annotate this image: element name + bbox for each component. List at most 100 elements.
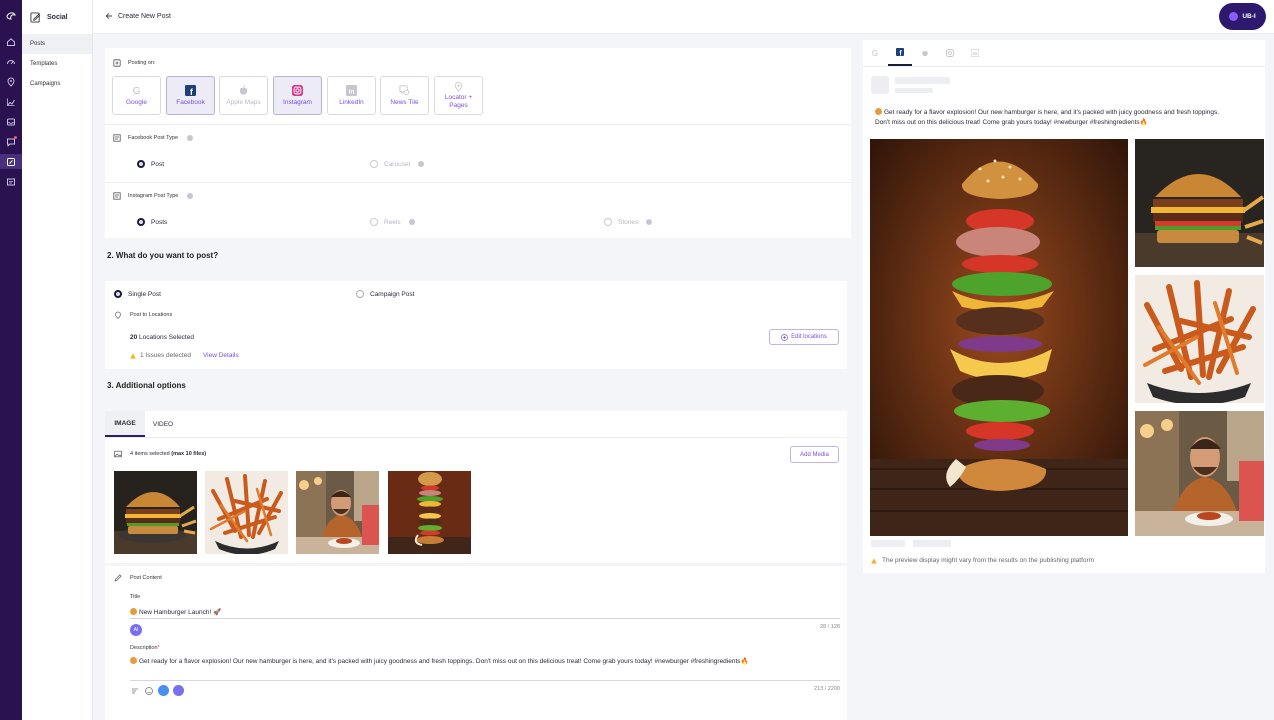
sidebar-item-posts[interactable]: Posts	[22, 34, 92, 54]
ig-type-posts-radio[interactable]: Posts	[137, 218, 167, 226]
linkedin-icon: in	[346, 84, 357, 96]
man-eating-photo	[1135, 411, 1264, 536]
network-locator-pages[interactable]: Locator + Pages	[434, 76, 483, 115]
dashboard-icon[interactable]	[4, 55, 18, 69]
tab-video[interactable]: VIDEO	[145, 411, 181, 437]
view-details-link[interactable]: View Details	[203, 352, 239, 359]
inbox-icon[interactable]	[4, 115, 18, 129]
post-type-icon	[113, 192, 121, 200]
info-icon[interactable]	[646, 219, 653, 225]
network-instagram[interactable]: Instagram	[273, 76, 322, 115]
notification-dot	[14, 136, 17, 139]
listings-icon[interactable]	[4, 175, 18, 189]
radio-icon	[356, 290, 364, 298]
channel-icon	[113, 59, 121, 67]
single-post-radio[interactable]: Single Post	[114, 290, 161, 298]
fb-type-post-radio[interactable]: Post	[137, 160, 164, 168]
radio-label: Single Post	[128, 290, 161, 298]
fb-type-carousel-radio[interactable]: Carousel	[370, 160, 425, 168]
preview-image-burger	[1135, 139, 1264, 267]
info-icon[interactable]	[187, 135, 194, 141]
location-icon[interactable]	[4, 75, 18, 89]
ai-assist-button[interactable]: AI	[130, 624, 142, 636]
preview-text-line1: Get ready for a flavor explosion! Our ne…	[884, 109, 1220, 116]
radio-label: Reels	[384, 218, 401, 226]
radio-label: Posts	[151, 218, 168, 226]
preview-tab-linkedin[interactable]	[963, 40, 987, 66]
pencil-icon	[114, 574, 122, 582]
thumbnail-burger[interactable]	[114, 471, 197, 554]
tab-image[interactable]: IMAGE	[105, 411, 145, 437]
network-label-line: Locator +	[444, 94, 473, 102]
instagram-icon	[946, 49, 954, 57]
tab-label: VIDEO	[152, 420, 174, 428]
emoji-icon[interactable]	[144, 686, 154, 696]
post-content-label: Post Content	[130, 575, 162, 581]
apple-icon	[921, 49, 929, 57]
button-label: Add Media	[800, 451, 829, 458]
title-char-count: 28 / 128	[820, 624, 840, 630]
preview-tab-facebook[interactable]: f	[888, 40, 912, 66]
preview-image-fries	[1135, 275, 1264, 403]
edit-locations-button[interactable]: Edit locations	[769, 329, 839, 345]
description-char-count: 213 / 2200	[814, 686, 840, 692]
preview-tab-apple[interactable]	[913, 40, 937, 66]
network-linkedin[interactable]: in LinkedIn	[327, 76, 376, 115]
locations-selected: 20 Locations Selected	[130, 334, 194, 341]
campaign-post-radio[interactable]: Campaign Post	[356, 290, 414, 298]
back-button[interactable]: Create New Post	[105, 12, 171, 20]
description-input[interactable]: Get ready for a flavor explosion! Our ne…	[130, 655, 840, 681]
name-placeholder	[895, 77, 950, 84]
flying-burger-photo	[388, 471, 471, 554]
ig-type-label: Instagram Post Type	[128, 193, 179, 199]
arrow-left-icon	[105, 12, 113, 20]
media-max-text: (max 10 files)	[171, 451, 207, 457]
apple-icon	[238, 85, 249, 96]
network-news-tile[interactable]: News Tile	[380, 76, 429, 115]
network-label: Facebook	[176, 98, 205, 106]
burger-emoji-icon	[130, 608, 137, 615]
preview-text: Get ready for a flavor explosion! Our ne…	[875, 108, 1255, 128]
post-content-row: Post Content	[114, 574, 162, 582]
google-icon: G	[871, 49, 879, 57]
description-toolbar	[130, 685, 184, 696]
sidebar-item-campaigns[interactable]: Campaigns	[22, 74, 92, 94]
format-icon[interactable]	[130, 686, 140, 696]
thumbnail-man-eating[interactable]	[296, 471, 379, 554]
info-icon[interactable]	[418, 161, 425, 167]
posting-label: Posting on:	[128, 60, 156, 66]
radio-selected-icon	[114, 290, 122, 298]
locations-label: Post to Locations	[130, 312, 173, 318]
home-icon[interactable]	[4, 35, 18, 49]
locations-count-text: Locations Selected	[139, 334, 194, 341]
sidebar-item-templates[interactable]: Templates	[22, 54, 92, 74]
ig-type-stories-radio[interactable]: Stories	[604, 218, 653, 226]
ig-type-reels-radio[interactable]: Reels	[370, 218, 415, 226]
radio-icon	[604, 218, 612, 226]
preview-text-line2: Don't miss out on this delicious treat! …	[875, 119, 1148, 126]
info-icon[interactable]	[187, 193, 194, 199]
add-media-button[interactable]: Add Media	[790, 446, 839, 463]
hashtag-icon[interactable]	[158, 685, 169, 696]
title-input[interactable]: New Hamburger Launch! 🚀	[130, 605, 840, 619]
locations-row: Post to Locations	[114, 311, 172, 319]
social-icon[interactable]	[0, 154, 22, 169]
info-icon[interactable]	[408, 219, 415, 225]
user-menu-button[interactable]: UB-I	[1219, 3, 1266, 30]
radio-selected-icon	[137, 218, 145, 226]
preview-tab-google[interactable]: G	[863, 40, 887, 66]
sidebar-item-label: Posts	[30, 41, 46, 47]
post-type-icon	[113, 134, 121, 142]
app-logo-icon[interactable]	[4, 9, 18, 23]
network-google[interactable]: G Google	[112, 76, 161, 115]
thumbnail-flying-burger[interactable]	[388, 471, 471, 554]
network-label: Google	[126, 98, 147, 106]
network-apple-maps[interactable]: Apple Maps	[219, 76, 268, 115]
network-facebook[interactable]: f Facebook	[166, 76, 215, 115]
fb-type-label: Facebook Post Type	[128, 135, 179, 141]
ai-writer-icon[interactable]	[173, 685, 184, 696]
preview-tab-instagram[interactable]	[938, 40, 962, 66]
svg-text:G: G	[133, 86, 141, 96]
reports-icon[interactable]	[4, 95, 18, 109]
thumbnail-fries[interactable]	[205, 471, 288, 554]
